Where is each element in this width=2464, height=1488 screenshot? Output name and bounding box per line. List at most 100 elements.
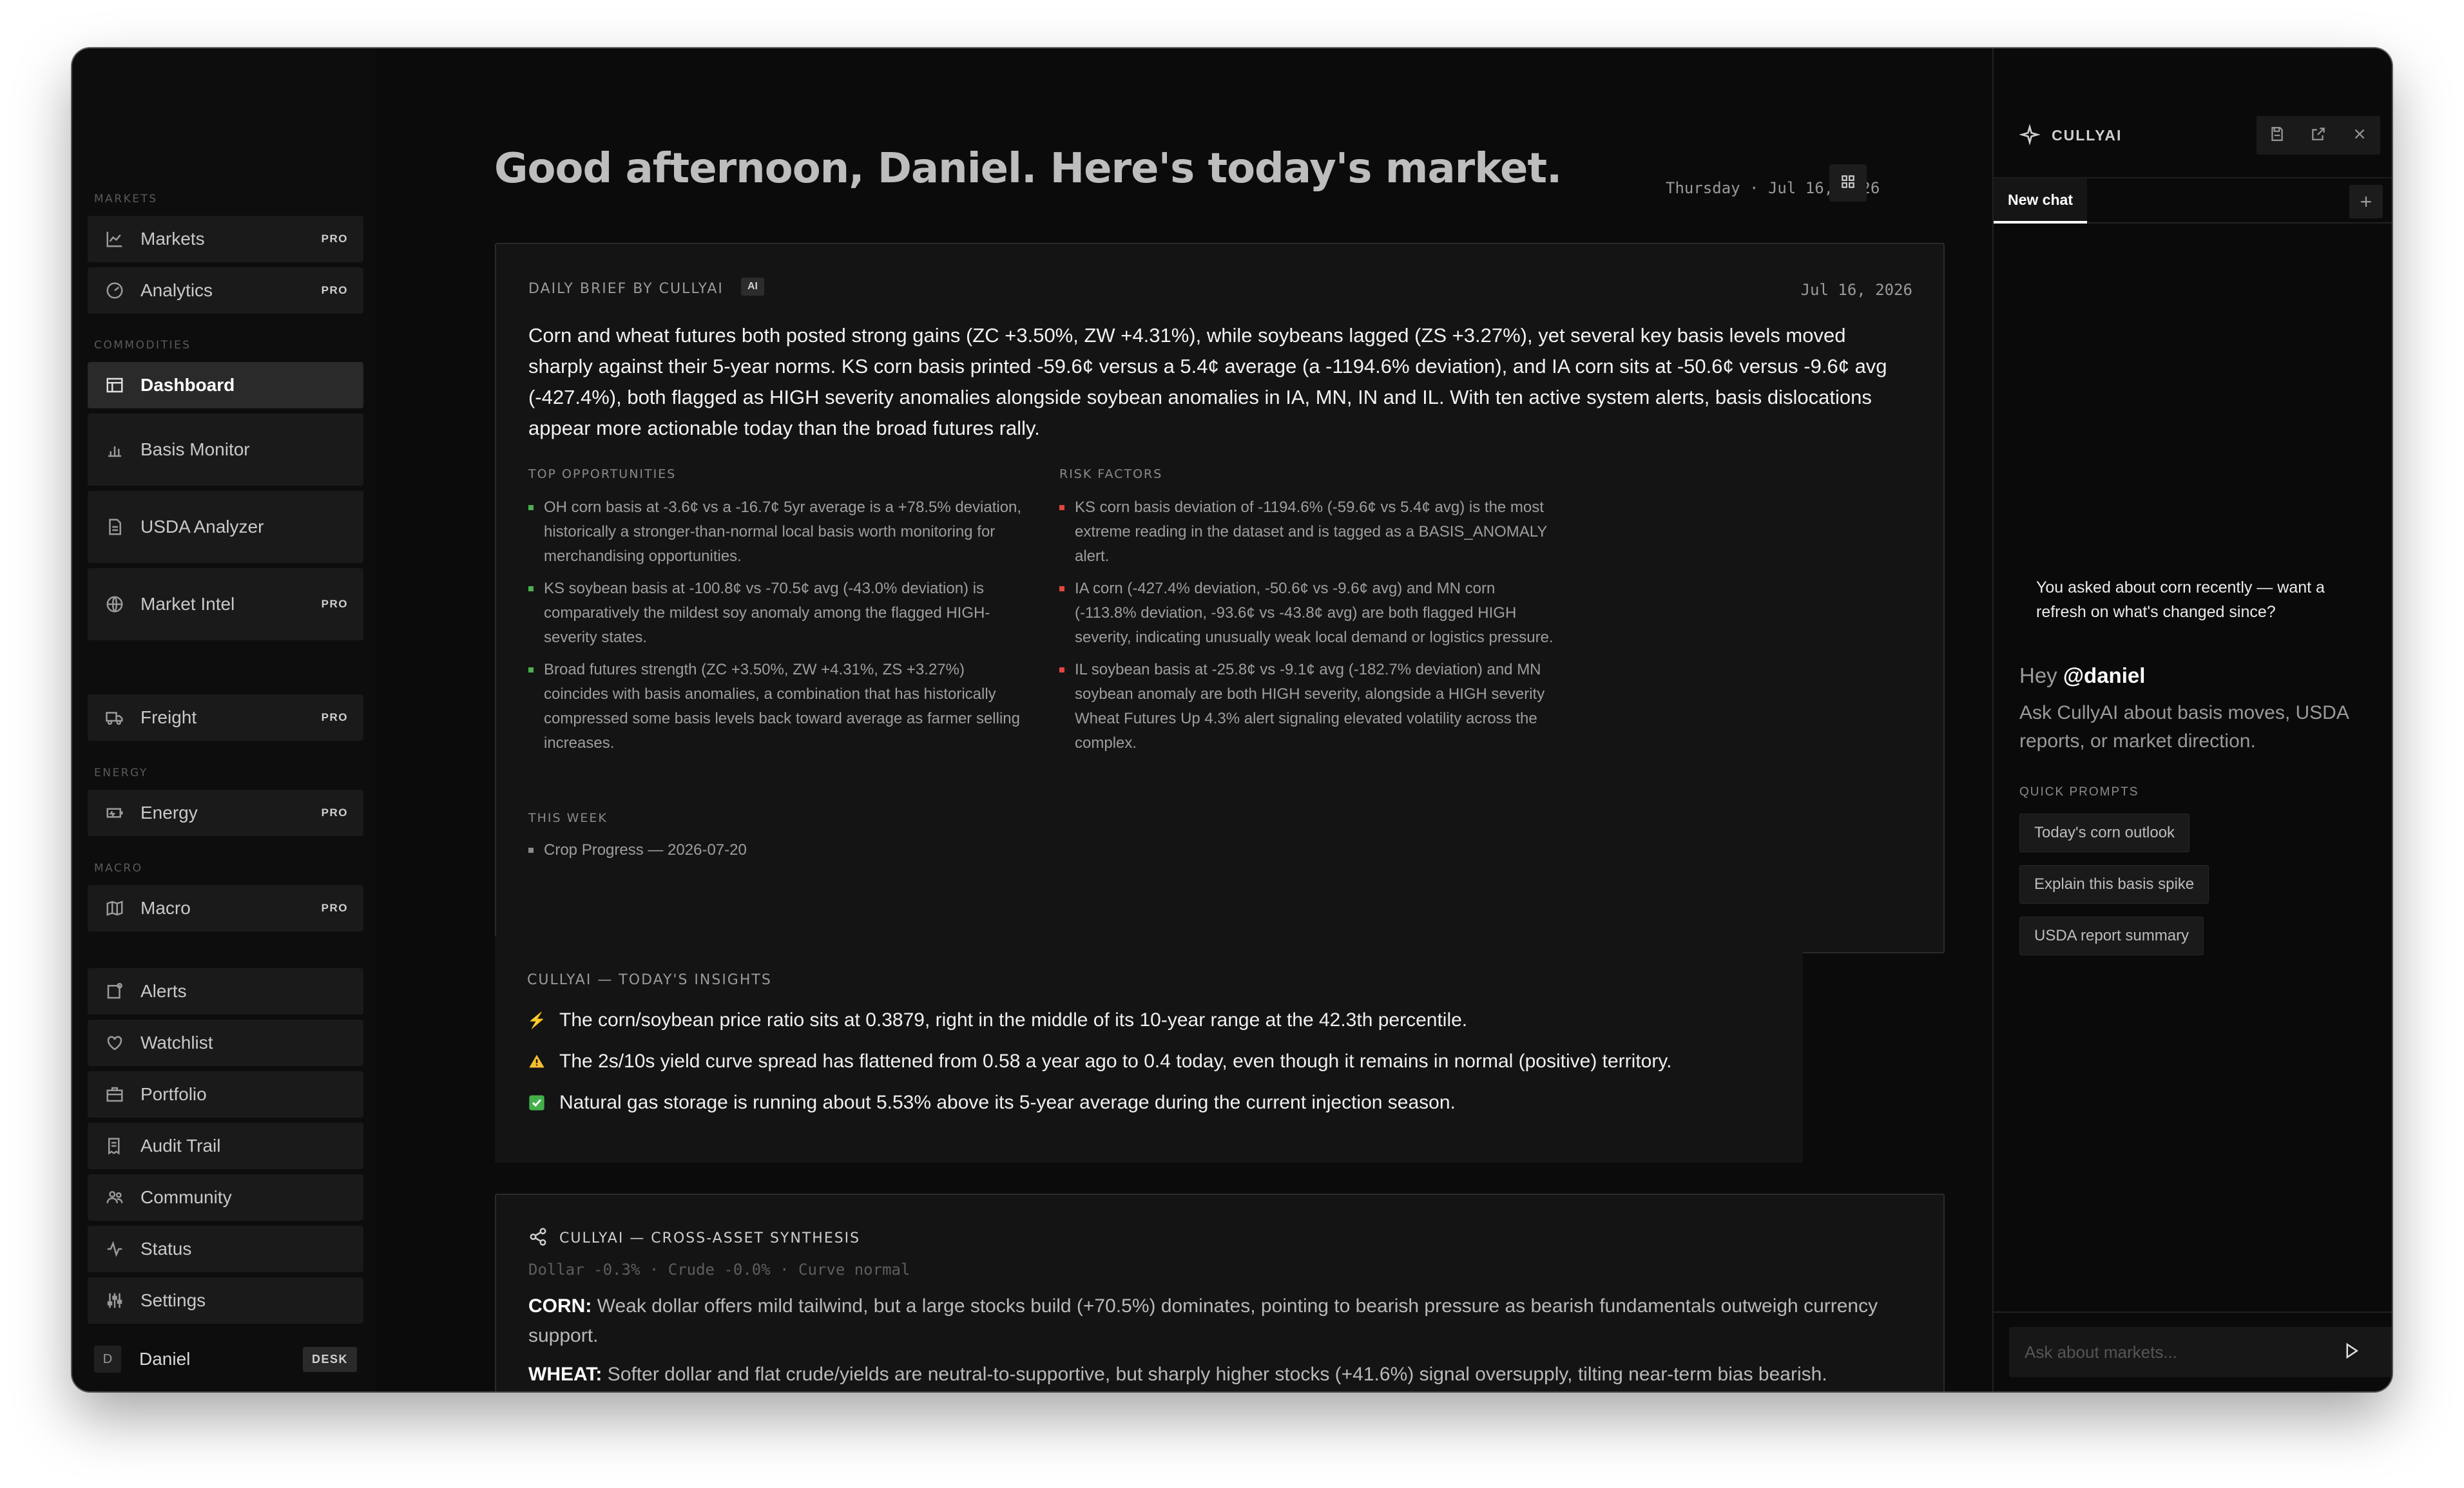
close-panel-button[interactable]	[2339, 116, 2380, 155]
sidebar-item-label: USDA Analyzer	[140, 517, 264, 537]
insight-item: ⚡ The corn/soybean price ratio sits at 0…	[527, 1009, 1467, 1031]
sidebar-item-label: Analytics	[140, 280, 213, 300]
risk-item: KS corn basis deviation of -1194.6% (-59…	[1059, 495, 1559, 569]
user-name: Daniel	[139, 1349, 191, 1369]
users-icon	[104, 1187, 125, 1208]
map-icon	[104, 898, 125, 919]
new-chat-button[interactable]: +	[2349, 185, 2383, 218]
sidebar-item-community[interactable]: Community	[88, 1174, 363, 1221]
desk-badge: DESK	[302, 1346, 357, 1372]
insights-label: CULLYAI — TODAY'S INSIGHTS	[527, 972, 772, 988]
sidebar-item-energy[interactable]: Energy PRO	[88, 790, 363, 836]
brief-summary: Corn and wheat futures both posted stron…	[528, 324, 1887, 439]
sidebar-item-label: Macro	[140, 898, 191, 918]
pro-badge: PRO	[321, 284, 348, 296]
sidebar-item-audit-trail[interactable]: Audit Trail	[88, 1123, 363, 1169]
sidebar-item-label: Watchlist	[140, 1033, 213, 1053]
risk-item: IL soybean basis at -25.8¢ vs -9.1¢ avg …	[1059, 658, 1559, 756]
close-icon	[2351, 126, 2368, 146]
layout-icon	[104, 375, 125, 396]
week-event-item: Crop Progress — 2026-07-20	[528, 838, 1028, 863]
insight-text: Natural gas storage is running about 5.5…	[559, 1092, 1456, 1113]
chat-tabs: New chat +	[1994, 177, 2392, 224]
sidebar-item-label: Audit Trail	[140, 1136, 221, 1156]
globe-icon	[104, 594, 125, 615]
sidebar-item-analytics[interactable]: Analytics PRO	[88, 267, 363, 314]
app-window: MARKETS Markets PRO Analytics PRO COMMOD…	[72, 48, 2392, 1391]
risks-label: RISK FACTORS	[1059, 467, 1163, 481]
this-week-list: Crop Progress — 2026-07-20	[528, 838, 1028, 870]
pro-badge: PRO	[321, 233, 348, 245]
sidebar-item-label: Community	[140, 1187, 232, 1207]
quick-prompt-button[interactable]: Today's corn outlook	[2019, 814, 2190, 852]
user-handle: @daniel	[2063, 663, 2146, 687]
risk-item: IA corn (-427.4% deviation, -50.6¢ vs -9…	[1059, 577, 1559, 650]
sidebar-item-freight[interactable]: Freight PRO	[88, 694, 363, 741]
section-label-markets: MARKETS	[94, 193, 158, 205]
opportunity-item: KS soybean basis at -100.8¢ vs -70.5¢ av…	[528, 577, 1028, 650]
grid-icon	[1840, 173, 1856, 193]
user-profile[interactable]: D Daniel DESK	[88, 1340, 363, 1378]
chat-composer	[1994, 1312, 2392, 1391]
welcome-heading: Hey @daniel	[2019, 663, 2145, 688]
send-button[interactable]	[2326, 1327, 2376, 1377]
sidebar-item-alerts[interactable]: Alerts	[88, 968, 363, 1015]
plus-icon: +	[2360, 189, 2373, 213]
sidebar-item-label: Portfolio	[140, 1084, 207, 1104]
sidebar-item-label: Settings	[140, 1290, 206, 1310]
sidebar-item-label: Markets	[140, 229, 205, 249]
insights-card: CULLYAI — TODAY'S INSIGHTS ⚡ The corn/so…	[495, 935, 1803, 1163]
quick-prompts-label: QUICK PROMPTS	[2019, 785, 2139, 799]
sidebar-item-status[interactable]: Status	[88, 1226, 363, 1272]
section-label-energy: ENERGY	[94, 767, 148, 779]
opportunities-label: TOP OPPORTUNITIES	[528, 467, 677, 481]
receipt-icon	[104, 1136, 125, 1156]
sidebar-item-label: Basis Monitor	[140, 439, 250, 459]
share-icon	[528, 1227, 548, 1250]
sidebar-item-label: Freight	[140, 707, 197, 727]
sidebar-item-markets[interactable]: Markets PRO	[88, 216, 363, 262]
daily-brief-card: DAILY BRIEF BY CULLYAI AI Jul 16, 2026 C…	[495, 243, 1945, 953]
quick-prompt-button[interactable]: USDA report summary	[2019, 917, 2204, 955]
brief-date: Jul 16, 2026	[1800, 281, 1912, 299]
gauge-icon	[104, 280, 125, 301]
sidebar-item-label: Energy	[140, 803, 198, 823]
layout-toggle-button[interactable]	[1829, 164, 1867, 202]
opportunity-item: OH corn basis at -3.6¢ vs a -16.7¢ 5yr a…	[528, 495, 1028, 569]
sidebar-item-basis-monitor[interactable]: Basis Monitor	[88, 414, 363, 486]
chart-line-icon	[104, 229, 125, 249]
ai-badge: AI	[741, 278, 764, 296]
battery-icon	[104, 803, 125, 823]
cullyai-panel: CULLYAI New chat + You asked about corn …	[1992, 48, 2392, 1391]
heart-icon	[104, 1033, 125, 1053]
sidebar-item-dashboard[interactable]: Dashboard	[88, 362, 363, 408]
this-week-label: THIS WEEK	[528, 811, 608, 825]
panel-controls	[2257, 116, 2380, 155]
sidebar-item-portfolio[interactable]: Portfolio	[88, 1071, 363, 1118]
sidebar-item-label: Alerts	[140, 981, 187, 1001]
section-label-commodities: COMMODITIES	[94, 339, 191, 352]
sidebar-item-usda-analyzer[interactable]: USDA Analyzer	[88, 491, 363, 563]
suggestion-nudge[interactable]: You asked about corn recently — want a r…	[2036, 575, 2371, 624]
sidebar-item-settings[interactable]: Settings	[88, 1277, 363, 1324]
insight-text: The corn/soybean price ratio sits at 0.3…	[559, 1009, 1468, 1031]
sparkle-icon	[2019, 124, 2041, 148]
external-link-icon	[2310, 126, 2327, 146]
commodity-name: WHEAT:	[528, 1364, 602, 1385]
synthesis-item: CORN: Weak dollar offers mild tailwind, …	[528, 1292, 1920, 1351]
tab-new-chat[interactable]: New chat	[1994, 178, 2087, 224]
sidebar-item-market-intel[interactable]: Market Intel PRO	[88, 568, 363, 640]
save-icon	[2269, 126, 2286, 146]
briefcase-icon	[104, 1084, 125, 1105]
brief-label: DAILY BRIEF BY CULLYAI	[528, 281, 724, 297]
send-icon	[2342, 1341, 2361, 1364]
quick-prompt-button[interactable]: Explain this basis spike	[2019, 865, 2209, 904]
popout-button[interactable]	[2298, 116, 2339, 155]
section-label-macro: MACRO	[94, 862, 143, 875]
save-button[interactable]	[2257, 116, 2298, 155]
sidebar-item-watchlist[interactable]: Watchlist	[88, 1020, 363, 1066]
synthesis-text: Weak dollar offers mild tailwind, but a …	[528, 1295, 1878, 1346]
sidebar-item-label: Dashboard	[140, 375, 235, 395]
sidebar-item-macro[interactable]: Macro PRO	[88, 885, 363, 931]
synthesis-card: CULLYAI — CROSS-ASSET SYNTHESIS Dollar -…	[495, 1194, 1945, 1391]
